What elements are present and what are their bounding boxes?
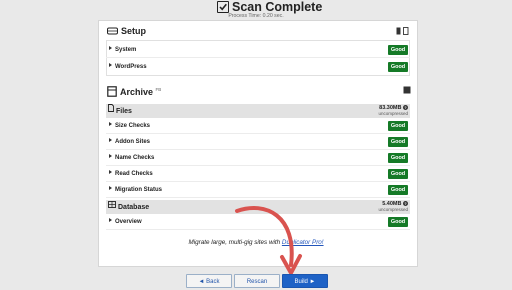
setup-row-system[interactable]: System Good — [106, 42, 410, 58]
database-view-icon[interactable] — [403, 86, 411, 96]
files-row-size-checks[interactable]: Size Checks Good — [106, 118, 410, 134]
files-row-read-checks[interactable]: Read Checks Good — [106, 166, 410, 182]
expand-arrow-icon — [109, 63, 112, 68]
files-row-name-checks[interactable]: Name Checks Good — [106, 150, 410, 166]
row-label: Size Checks — [115, 123, 151, 129]
database-title: Database — [118, 203, 150, 211]
archive-title-label: Archive — [120, 86, 154, 97]
files-subheader: Files 83.30MB ? uncompressed — [106, 104, 410, 118]
files-row-migration-status[interactable]: Migration Status Good — [106, 182, 410, 198]
files-row-addon-sites[interactable]: Addon Sites Good — [106, 134, 410, 150]
expand-arrow-icon — [109, 170, 112, 175]
expand-arrow-icon — [109, 218, 112, 223]
archive-mode-tag: FB — [155, 86, 162, 92]
row-label: Read Checks — [115, 171, 153, 177]
expand-arrow-icon — [109, 138, 112, 143]
database-size: 5.40MB ? uncompressed — [378, 201, 408, 212]
status-badge: Good — [388, 185, 408, 195]
row-label: Addon Sites — [115, 139, 151, 145]
expand-arrow-icon — [109, 154, 112, 159]
status-badge: Good — [388, 217, 408, 227]
status-badge: Good — [388, 62, 408, 72]
files-size-note: uncompressed — [378, 111, 408, 116]
files-size: 83.30MB ? uncompressed — [378, 105, 408, 116]
page-title: Scan Complete — [232, 0, 323, 14]
row-label: Name Checks — [115, 155, 155, 161]
status-badge: Good — [388, 137, 408, 147]
status-badge: Good — [388, 169, 408, 179]
row-label: WordPress — [115, 64, 147, 70]
expand-arrow-icon — [109, 122, 112, 127]
build-button[interactable]: Build ► — [282, 274, 328, 288]
help-icon[interactable]: ? — [403, 201, 408, 206]
rescan-button[interactable]: Rescan — [234, 274, 280, 288]
status-badge: Good — [388, 153, 408, 163]
checkbox-checked-icon — [217, 1, 229, 13]
back-button[interactable]: ◄ Back — [186, 274, 232, 288]
files-title: Files — [116, 107, 132, 115]
table-icon — [108, 200, 116, 214]
help-icon[interactable]: ? — [403, 105, 408, 110]
status-badge: Good — [388, 121, 408, 131]
expand-arrow-icon — [109, 186, 112, 191]
process-time: Process Time: 0.20 sec. — [228, 13, 284, 19]
row-label: Overview — [115, 219, 142, 225]
hdd-icon — [107, 26, 118, 37]
setup-row-wordpress[interactable]: WordPress Good — [106, 59, 410, 75]
database-size-note: uncompressed — [378, 207, 408, 212]
annotation-arrow — [235, 206, 302, 275]
toggle-icon[interactable] — [396, 27, 410, 37]
row-label: Migration Status — [115, 187, 163, 193]
expand-arrow-icon — [109, 46, 112, 51]
archive-box-icon — [107, 86, 117, 99]
setup-section-title: Setup — [107, 26, 146, 37]
status-badge: Good — [388, 45, 408, 55]
file-icon — [108, 104, 114, 118]
setup-title-label: Setup — [121, 26, 147, 36]
archive-section-title: Archive FB — [107, 86, 161, 99]
row-label: System — [115, 47, 137, 53]
